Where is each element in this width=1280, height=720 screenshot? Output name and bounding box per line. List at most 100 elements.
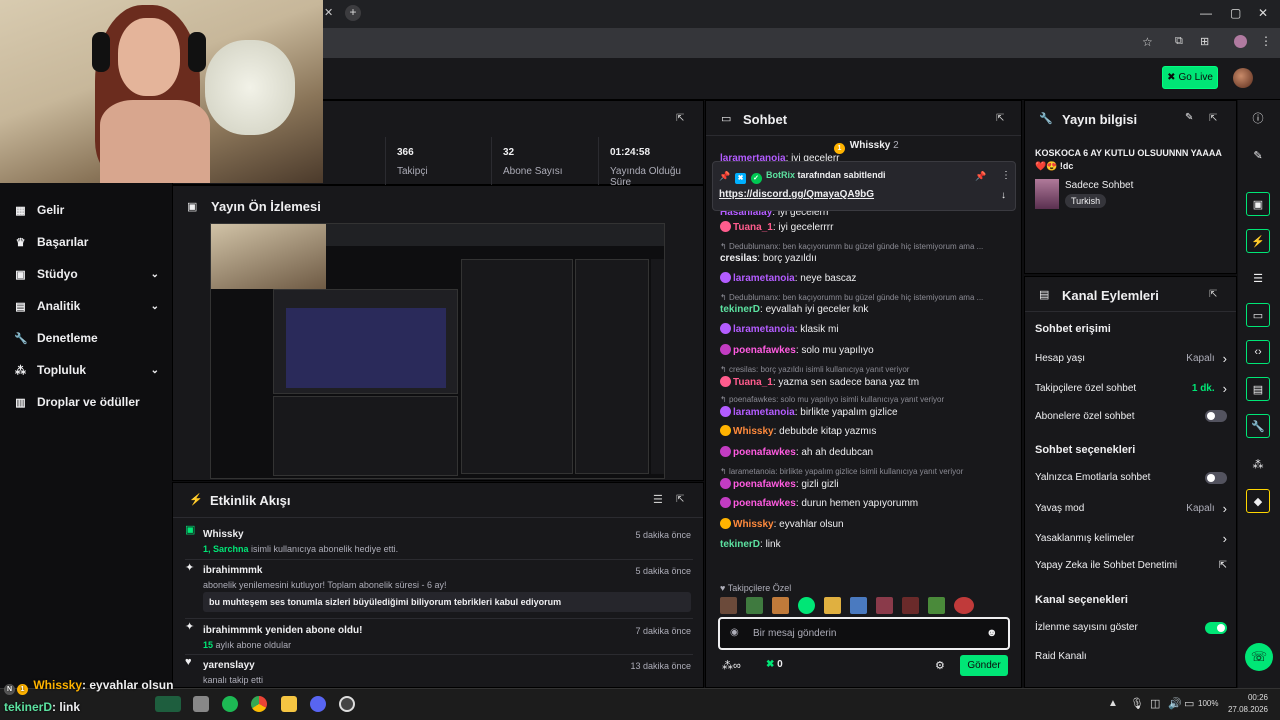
chat-username[interactable]: poenafawkes: [733, 479, 796, 490]
obs-icon[interactable]: [339, 696, 355, 712]
popout-icon[interactable]: ⇱: [1209, 289, 1217, 300]
task-view-icon[interactable]: [193, 696, 209, 712]
chat-username[interactable]: Whissky: [733, 519, 774, 530]
puzzle-icon[interactable]: ⊞: [1200, 35, 1209, 48]
profile-avatar[interactable]: [1234, 35, 1247, 48]
filter-icon[interactable]: ☰: [653, 493, 663, 506]
group-icon[interactable]: ⁂: [1246, 452, 1270, 476]
pencil-icon[interactable]: ✎: [1246, 143, 1270, 167]
minimize-icon[interactable]: —: [1200, 6, 1212, 20]
popout-icon[interactable]: ⇱: [676, 113, 684, 124]
network-icon[interactable]: ◫: [1150, 697, 1160, 710]
file-explorer-icon[interactable]: [281, 696, 297, 712]
stream-preview-video[interactable]: [210, 223, 665, 479]
action-row[interactable]: Abonelere özel sohbet: [1035, 410, 1227, 422]
list-icon[interactable]: ☰: [1246, 266, 1270, 290]
popout-icon[interactable]: ⇱: [1209, 113, 1217, 124]
popout-icon[interactable]: ⇱: [996, 113, 1004, 124]
chat-username[interactable]: cresilas: [720, 253, 757, 264]
chat-username[interactable]: larametanoia: [733, 273, 795, 284]
layout-icon[interactable]: ▤: [1246, 377, 1270, 401]
action-row[interactable]: Yasaklanmış kelimeler ›: [1035, 531, 1227, 546]
action-row[interactable]: Raid Kanalı: [1035, 651, 1227, 662]
wrench-icon[interactable]: 🔧: [1246, 414, 1270, 438]
extension-icon[interactable]: ⧉: [1175, 35, 1183, 48]
close-tab-icon[interactable]: ✕: [324, 6, 336, 20]
lightning-icon[interactable]: ⚡: [1246, 229, 1270, 253]
mod-tools-icon[interactable]: ⁂∞: [722, 659, 741, 672]
action-row[interactable]: Takipçilere özel sohbet 1 dk. ›: [1035, 381, 1227, 396]
chat-username[interactable]: larametanoia: [733, 407, 795, 418]
chat-username[interactable]: tekinerD: [720, 539, 760, 550]
chat-username[interactable]: Tuana_1: [733, 377, 773, 388]
spotify-icon[interactable]: [222, 696, 238, 712]
browser-menu-icon[interactable]: ⋮: [1260, 34, 1272, 48]
chat-message[interactable]: cresilas: borç yazıldıı: [720, 253, 1015, 264]
toggle-switch[interactable]: [1205, 621, 1227, 634]
go-live-button[interactable]: ✖ Go Live: [1162, 66, 1218, 89]
chat-message[interactable]: Tuana_1: yazma sen sadece bana yaz tm: [720, 376, 1015, 388]
maximize-icon[interactable]: ▢: [1230, 6, 1241, 20]
close-window-icon[interactable]: ✕: [1258, 6, 1268, 20]
battery-icon[interactable]: ▭: [1184, 697, 1194, 710]
chat-message[interactable]: tekinerD: eyvallah iyi geceler knk: [720, 304, 1015, 315]
support-icon[interactable]: ☏: [1245, 643, 1273, 671]
sidebar-item-5[interactable]: ⁂ Topluluk ⌄: [14, 363, 159, 377]
action-row[interactable]: Yavaş mod Kapalı ›: [1035, 501, 1227, 516]
sidebar-item-2[interactable]: ▣ Stüdyo ⌄: [14, 267, 159, 281]
tag-badge[interactable]: Turkish: [1065, 194, 1107, 208]
action-row[interactable]: Hesap yaşı Kapalı ›: [1035, 351, 1227, 366]
clock-time[interactable]: 00:26: [1228, 693, 1268, 702]
emote-bar[interactable]: [720, 597, 1010, 615]
chat-message[interactable]: larametanoia: neye bascaz: [720, 272, 1015, 284]
settings-icon[interactable]: ⚙: [935, 659, 945, 672]
chat-message[interactable]: Tuana_1: iyi gecelerrrr: [720, 221, 1015, 233]
volume-icon[interactable]: 🔊: [1168, 697, 1182, 710]
info-icon[interactable]: ⓘ: [1246, 106, 1270, 130]
category-name[interactable]: Sadece Sohbet: [1065, 180, 1133, 191]
microphone-icon[interactable]: 🎙: [1130, 697, 1144, 710]
diamond-icon[interactable]: ◆: [1246, 489, 1270, 513]
sidebar-item-1[interactable]: ♛ Başarılar: [14, 235, 159, 249]
dashboard-icon[interactable]: ▣: [1246, 192, 1270, 216]
chat-username[interactable]: poenafawkes: [733, 345, 796, 356]
chat-message[interactable]: larametanoia: klasik mi: [720, 323, 1015, 335]
clock-date[interactable]: 27.08.2026: [1218, 705, 1268, 714]
action-row[interactable]: İzlenme sayısını göster: [1035, 621, 1227, 634]
chat-username[interactable]: Tuana_1: [733, 222, 773, 233]
emote-selector-icon[interactable]: ◉: [730, 627, 739, 638]
avatar[interactable]: [1233, 68, 1253, 88]
popout-icon[interactable]: ⇱: [676, 494, 684, 505]
chat-message[interactable]: tekinerD: link: [720, 539, 1015, 550]
action-row[interactable]: Yalnızca Emotlarla sohbet: [1035, 471, 1227, 484]
chat-username[interactable]: larametanoia: [733, 324, 795, 335]
new-tab-icon[interactable]: +: [345, 5, 361, 21]
chat-message[interactable]: poenafawkes: solo mu yapılıyo: [720, 344, 1015, 356]
chat-username[interactable]: tekinerD: [720, 304, 760, 315]
chat-username[interactable]: poenafawkes: [733, 498, 796, 509]
widgets-icon[interactable]: [155, 696, 181, 712]
chat-icon[interactable]: ▭: [1246, 303, 1270, 327]
sidebar-item-3[interactable]: ▤ Analitik ⌄: [14, 299, 159, 313]
chat-username[interactable]: Whissky: [733, 426, 774, 437]
chat-message[interactable]: poenafawkes: gizli gizli: [720, 478, 1015, 490]
chevron-down-icon[interactable]: ↓: [1001, 190, 1006, 201]
chat-message[interactable]: poenafawkes: durun hemen yapıyorumm: [720, 497, 1015, 509]
chat-message[interactable]: larametanoia: birlikte yapalım gizlice: [720, 406, 1015, 418]
embed-icon[interactable]: ‹›: [1246, 340, 1270, 364]
tray-chevron-up-icon[interactable]: ▲: [1108, 698, 1118, 709]
send-button[interactable]: Gönder: [960, 655, 1008, 676]
chat-message[interactable]: Whissky: debubde kitap yazmıs: [720, 425, 1015, 437]
toggle-switch[interactable]: [1205, 410, 1227, 422]
chrome-icon[interactable]: [251, 696, 267, 712]
sidebar-item-0[interactable]: ▦ Gelir: [14, 203, 159, 217]
unpin-icon[interactable]: 📌: [975, 171, 986, 182]
sidebar-item-6[interactable]: ▥ Droplar ve ödüller: [14, 395, 159, 409]
edit-icon[interactable]: ✎: [1185, 112, 1193, 123]
chat-message[interactable]: Whissky: eyvahlar olsun: [720, 518, 1015, 530]
chat-username[interactable]: poenafawkes: [733, 447, 796, 458]
chat-input[interactable]: ◉ Bir mesaj gönderin ☻: [718, 617, 1010, 650]
pinned-link[interactable]: https://discord.gg/QmayaQA9bG: [719, 189, 874, 200]
chat-message[interactable]: poenafawkes: ah ah dedubcan: [720, 446, 1015, 458]
discord-icon[interactable]: [310, 696, 326, 712]
